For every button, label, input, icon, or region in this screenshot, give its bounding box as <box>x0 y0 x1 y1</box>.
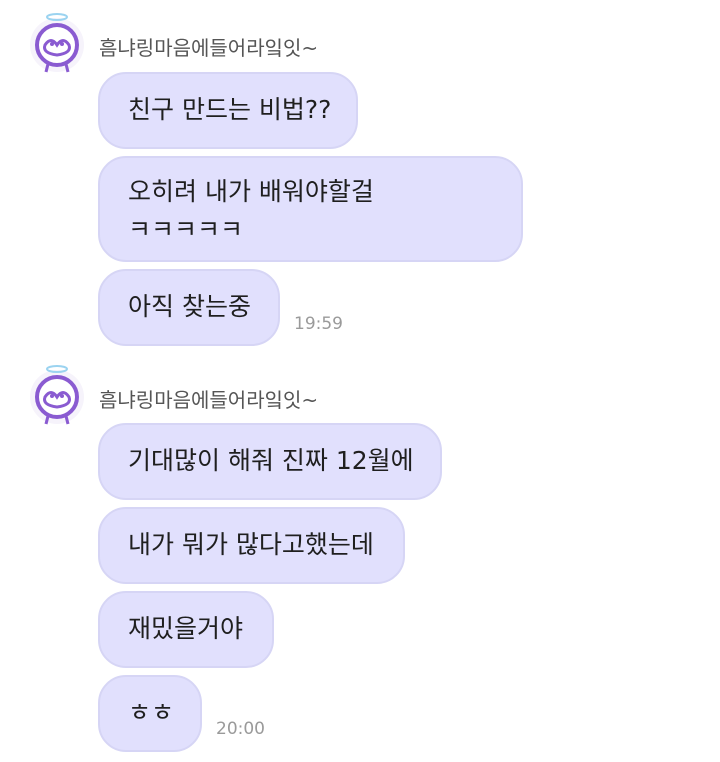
message-text: 친구 만드는 비법?? <box>128 95 332 124</box>
sender-name: 흠냐링마음에들어라잌잇~ <box>99 388 319 412</box>
message-bubble[interactable]: 친구 만드는 비법?? <box>98 72 358 149</box>
timestamp: 19:59 <box>294 314 343 334</box>
message-bubble[interactable]: 오히려 내가 배워야할걸 ㅋㅋㅋㅋㅋ <box>98 156 523 262</box>
message-bubble[interactable]: ㅎㅎ <box>98 675 202 752</box>
message-text: 기대많이 해줘 진짜 12월에 <box>128 446 414 475</box>
avatar[interactable] <box>30 13 84 73</box>
timestamp: 20:00 <box>216 719 265 739</box>
message-text: ㅋㅋㅋㅋㅋ <box>128 215 244 244</box>
sender-name: 흠냐링마음에들어라잌잇~ <box>99 36 319 60</box>
message-bubble[interactable]: 내가 뭐가 많다고했는데 <box>98 507 405 584</box>
message-bubble[interactable]: 아직 찾는중 <box>98 269 280 346</box>
message-text: 재밌을거야 <box>128 614 244 643</box>
message-text: ㅎㅎ <box>128 698 175 727</box>
purple-bear-with-halo-icon <box>35 13 79 73</box>
message-bubble[interactable]: 재밌을거야 <box>98 591 274 668</box>
avatar[interactable] <box>30 365 84 425</box>
message-text: 내가 뭐가 많다고했는데 <box>128 530 374 559</box>
purple-bear-with-halo-icon <box>35 365 79 425</box>
message-text: 아직 찾는중 <box>128 292 251 321</box>
message-text: 오히려 내가 배워야할걸 <box>128 177 374 206</box>
message-bubble[interactable]: 기대많이 해줘 진짜 12월에 <box>98 423 442 500</box>
